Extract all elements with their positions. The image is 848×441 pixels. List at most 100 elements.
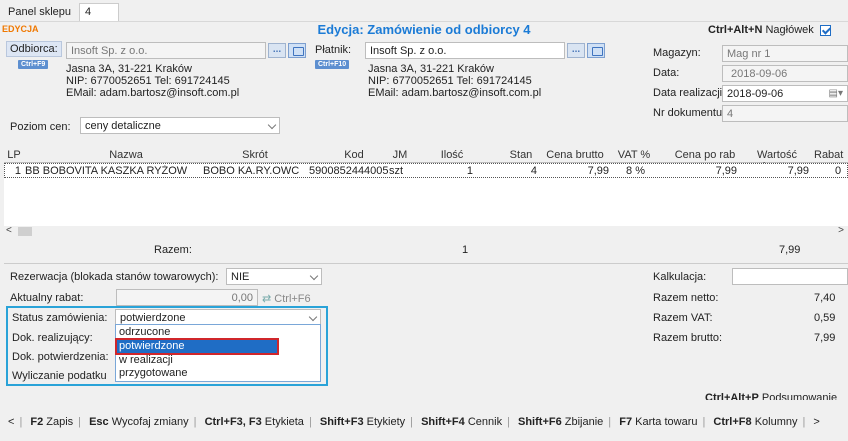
col-nazwa[interactable]: Nazwa: [26, 149, 226, 161]
discount-field[interactable]: 0,00: [116, 289, 258, 306]
customer-address: Jasna 3A, 31-221 Kraków: [66, 63, 192, 75]
col-rabat[interactable]: Rabat: [814, 149, 848, 161]
discount-label: Aktualny rabat:: [10, 292, 84, 304]
footer-product-card[interactable]: F7 Karta towaru: [619, 416, 697, 428]
footer-prev-icon[interactable]: <: [8, 416, 14, 428]
cell-lp: 1: [14, 165, 21, 177]
grid-body[interactable]: [4, 178, 848, 226]
chevron-down-icon: [267, 120, 277, 130]
date-field[interactable]: 2018-09-06: [722, 65, 848, 82]
price-level-label: Poziom cen:: [10, 121, 71, 133]
header-toggle[interactable]: Ctrl+Alt+N Nagłówek: [708, 24, 831, 36]
status-option-w-realizacji[interactable]: w realizacji: [117, 354, 319, 367]
vat-value: 0,59: [814, 312, 836, 324]
panel-tab-label[interactable]: Panel sklepu: [8, 6, 71, 18]
reservation-select[interactable]: NIE: [226, 268, 322, 285]
brutto-label: Razem brutto:: [653, 332, 723, 344]
footer-merge[interactable]: Shift+F6 Zbijanie: [518, 416, 603, 428]
warehouse-field[interactable]: Mag nr 1: [722, 45, 848, 62]
netto-label: Razem netto:: [653, 292, 719, 304]
footer-label[interactable]: Ctrl+F3, F3 Etykieta: [205, 416, 304, 428]
vat-label: Razem VAT:: [653, 312, 713, 324]
payer-field[interactable]: Insoft Sp. z o.o.: [365, 42, 565, 59]
doc-number-field[interactable]: 4: [722, 105, 848, 122]
payer-nip: NIP: 6770052651 Tel: 691724145: [368, 75, 532, 87]
col-skrot[interactable]: Skrót: [200, 149, 310, 161]
col-vat[interactable]: VAT %: [614, 149, 654, 161]
cell-nazwa: BB BOBOVITA KASZKA RYŻOW: [25, 165, 188, 177]
realization-date-label: Data realizacji:: [653, 87, 726, 99]
chevron-down-icon: [309, 271, 319, 281]
customer-label[interactable]: Odbiorca:: [6, 41, 62, 57]
brutto-value: 7,99: [814, 332, 836, 344]
cell-stan: 4: [530, 165, 537, 177]
discount-shortcut: Ctrl+F6: [274, 293, 311, 305]
scroll-left-icon[interactable]: <: [6, 225, 12, 236]
cell-kod: 5900852444005: [309, 165, 389, 177]
grid-header: LP Nazwa Skrót Kod JM Ilość Stan Cena br…: [4, 147, 848, 173]
realization-date-field[interactable]: 2018-09-06 ▤▾: [722, 85, 848, 102]
scroll-right-icon[interactable]: >: [838, 225, 844, 236]
netto-value: 7,40: [814, 292, 836, 304]
cell-vat: 8 %: [626, 165, 645, 177]
calc-field[interactable]: [732, 268, 848, 285]
customer-field[interactable]: Insoft Sp. z o.o.: [66, 42, 266, 59]
doc-number-label: Nr dokumentu:: [653, 107, 726, 119]
col-jm[interactable]: JM: [382, 149, 418, 161]
status-option-przygotowane[interactable]: przygotowane: [117, 367, 319, 380]
payer-label[interactable]: Płatnik:: [315, 44, 351, 56]
horizontal-scrollbar[interactable]: < >: [4, 225, 848, 238]
col-cena-brutto[interactable]: Cena brutto: [542, 149, 608, 161]
payer-more-button[interactable]: ...: [567, 43, 585, 58]
customer-email: EMail: adam.bartosz@insoft.com.pl: [66, 87, 240, 99]
header-label: Nagłówek: [765, 24, 814, 36]
scroll-thumb[interactable]: [18, 227, 32, 236]
cell-rabat: 0: [835, 165, 842, 177]
customer-card-icon[interactable]: [288, 43, 306, 58]
customer-more-button[interactable]: ...: [268, 43, 286, 58]
payer-address: Jasna 3A, 31-221 Kraków: [368, 63, 494, 75]
status-option-odrzucone[interactable]: odrzucone: [117, 326, 319, 339]
payer-shortcut-badge: Ctrl+F10: [315, 60, 350, 69]
col-ilosc[interactable]: Ilość: [432, 149, 472, 161]
warehouse-label: Magazyn:: [653, 47, 701, 59]
footer-columns[interactable]: Ctrl+F8 Kolumny: [713, 416, 797, 428]
discount-shortcut-button[interactable]: ⇄ Ctrl+F6: [262, 292, 311, 305]
calendar-icon[interactable]: ▤▾: [829, 87, 843, 101]
price-level-select[interactable]: ceny detaliczne: [80, 117, 280, 134]
col-cena-po-rab[interactable]: Cena po rab: [670, 149, 740, 161]
customer-shortcut-badge: Ctrl+F9: [18, 60, 49, 69]
footer-cancel[interactable]: Esc Wycofaj zmiany: [89, 416, 189, 428]
totals-row: Razem: 1 7,99: [4, 238, 848, 264]
calc-label: Kalkulacja:: [653, 271, 707, 283]
status-dropdown-list[interactable]: odrzucone potwierdzone w realizacji przy…: [115, 324, 321, 382]
footer-next-icon[interactable]: >: [813, 416, 819, 428]
totals-label: Razem:: [154, 244, 192, 256]
document-tab[interactable]: 4: [79, 3, 119, 21]
col-lp[interactable]: LP: [4, 149, 24, 161]
price-level-value: ceny detaliczne: [85, 120, 161, 132]
dok-potwierdzenia-label: Dok. potwierdzenia:: [12, 351, 109, 363]
header-checkbox[interactable]: [819, 24, 831, 36]
customer-nip: NIP: 6770052651 Tel: 691724145: [66, 75, 230, 87]
payer-card-icon[interactable]: [587, 43, 605, 58]
reservation-label: Rezerwacja (blokada stanów towarowych):: [10, 271, 219, 283]
date-label: Data:: [653, 67, 680, 79]
totals-qty: 1: [462, 244, 469, 256]
footer-save[interactable]: F2 Zapis: [30, 416, 73, 428]
cell-skrot: BOBO KA.RY.OWC: [203, 165, 300, 177]
status-option-potwierdzone[interactable]: potwierdzone: [115, 338, 279, 355]
status-label: Status zamówienia:: [12, 312, 108, 324]
refresh-icon: ⇄: [262, 293, 272, 305]
cell-ilosc: 1: [466, 165, 473, 177]
realization-date-value: 2018-09-06: [727, 88, 784, 100]
footer-labels[interactable]: Shift+F3 Etykiety: [320, 416, 405, 428]
tab-bar: [0, 0, 848, 22]
tax-calc-label: Wyliczanie podatku: [12, 370, 107, 382]
col-stan[interactable]: Stan: [501, 149, 541, 161]
shortcut-bar: < | F2 Zapis | Esc Wycofaj zmiany | Ctrl+F3…: [8, 416, 820, 428]
footer-pricelist[interactable]: Shift+F4 Cennik: [421, 416, 502, 428]
chevron-down-icon: [308, 312, 318, 322]
cell-jm: szt: [389, 165, 404, 177]
table-row[interactable]: 1 BB BOBOVITA KASZKA RYŻOW BOBO KA.RY.OW…: [4, 163, 848, 178]
